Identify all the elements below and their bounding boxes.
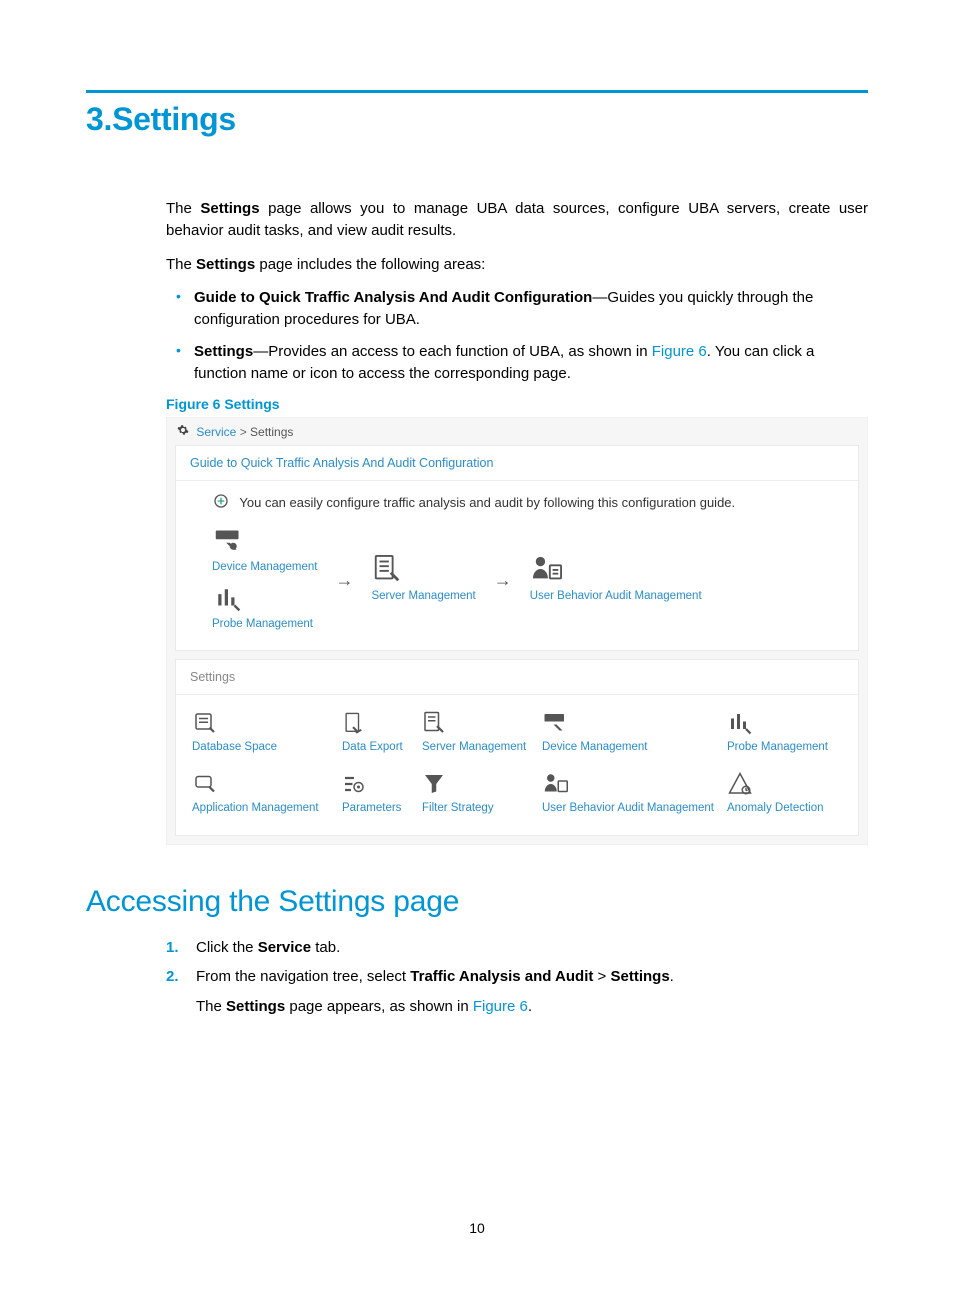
settings-device-management[interactable]: Device Management	[542, 711, 727, 756]
figure-link[interactable]: Figure 6	[473, 998, 528, 1015]
settings-anomaly-detection[interactable]: Anomaly Detection	[727, 772, 857, 817]
intro-paragraph-2: The Settings page includes the following…	[166, 254, 868, 276]
label: Device Management	[542, 739, 727, 756]
body-column: The Settings page allows you to manage U…	[166, 198, 868, 845]
text: The	[166, 200, 200, 217]
step-2: 2. From the navigation tree, select Traf…	[166, 966, 868, 1018]
steps-list: 1. Click the Service tab. 2. From the na…	[166, 937, 868, 1018]
guide-panel-header: Guide to Quick Traffic Analysis And Audi…	[176, 446, 858, 481]
steps-column: 1. Click the Service tab. 2. From the na…	[166, 937, 868, 1018]
text: page appears, as shown in	[285, 998, 473, 1015]
intro-paragraph-1: The Settings page allows you to manage U…	[166, 198, 868, 242]
label: Filter Strategy	[422, 800, 542, 817]
bullet-item-settings: Settings—Provides an access to each func…	[166, 341, 868, 385]
text: tab.	[311, 939, 340, 956]
text: page includes the following areas:	[255, 256, 485, 273]
settings-parameters[interactable]: Parameters	[342, 772, 422, 817]
text: .	[528, 998, 532, 1015]
bullet-item-guide: Guide to Quick Traffic Analysis And Audi…	[166, 287, 868, 331]
bold: Service	[258, 939, 311, 956]
bold: Settings	[194, 343, 253, 360]
text: From the navigation tree, select	[196, 968, 410, 985]
label: Anomaly Detection	[727, 800, 857, 817]
label: User Behavior Audit Management	[542, 800, 727, 817]
bold: Traffic Analysis and Audit	[410, 968, 593, 985]
bold: Settings	[196, 256, 255, 273]
guide-message: You can easily configure traffic analysi…	[212, 493, 842, 513]
breadcrumb: Service > Settings	[167, 418, 867, 445]
label: Application Management	[192, 800, 342, 817]
arrow-icon: →	[494, 567, 512, 593]
flow-uba[interactable]: User Behavior Audit Management	[530, 554, 702, 605]
settings-grid: Database Space Data Export Server Manage…	[176, 695, 858, 834]
text: The	[166, 256, 196, 273]
figure-caption: Figure 6 Settings	[166, 394, 868, 414]
section-heading: Accessing the Settings page	[86, 885, 868, 919]
flow-label: Device Management	[212, 559, 317, 576]
step-1: 1. Click the Service tab.	[166, 937, 868, 959]
flow-server[interactable]: Server Management	[371, 554, 475, 605]
flow-label: Server Management	[371, 588, 475, 605]
text: page allows you to manage UBA data sourc…	[166, 200, 868, 239]
text: You can easily configure traffic analysi…	[239, 495, 735, 510]
chapter-heading: 3.Settings	[86, 101, 868, 138]
bullet-list: Guide to Quick Traffic Analysis And Audi…	[166, 287, 868, 384]
bold: Settings	[200, 200, 259, 217]
page-number: 10	[0, 1220, 954, 1236]
text: Click the	[196, 939, 258, 956]
label: Database Space	[192, 739, 342, 756]
settings-data-export[interactable]: Data Export	[342, 711, 422, 756]
label: Data Export	[342, 739, 422, 756]
step-number: 1.	[166, 937, 179, 959]
settings-probe-management[interactable]: Probe Management	[727, 711, 857, 756]
label: Server Management	[422, 739, 542, 756]
flow-diagram: Device Management Probe Management → Ser…	[212, 527, 842, 632]
figure-link[interactable]: Figure 6	[652, 343, 707, 360]
bold: Settings	[226, 998, 285, 1015]
flow-label: User Behavior Audit Management	[530, 588, 702, 605]
bold: Guide to Quick Traffic Analysis And Audi…	[194, 289, 592, 306]
settings-application-management[interactable]: Application Management	[192, 772, 342, 817]
breadcrumb-service[interactable]: Service	[196, 425, 236, 439]
settings-uba-management[interactable]: User Behavior Audit Management	[542, 772, 727, 817]
text: >	[593, 968, 610, 985]
breadcrumb-sep: >	[236, 425, 250, 439]
breadcrumb-current: Settings	[250, 425, 293, 439]
top-rule	[86, 90, 868, 93]
settings-database-space[interactable]: Database Space	[192, 711, 342, 756]
guide-panel: Guide to Quick Traffic Analysis And Audi…	[175, 445, 859, 651]
flow-device[interactable]: Device Management	[212, 527, 317, 576]
step-number: 2.	[166, 966, 179, 988]
settings-filter-strategy[interactable]: Filter Strategy	[422, 772, 542, 817]
config-guide-icon	[212, 493, 230, 507]
label: Probe Management	[727, 739, 857, 756]
settings-panel: Settings Database Space Data Export Serv…	[175, 659, 859, 835]
settings-panel-header: Settings	[176, 660, 858, 695]
settings-server-management[interactable]: Server Management	[422, 711, 542, 756]
text: —Provides an access to each function of …	[253, 343, 652, 360]
text: The	[196, 998, 226, 1015]
label: Parameters	[342, 800, 422, 817]
gear-icon	[177, 425, 192, 439]
figure-screenshot: Service > Settings Guide to Quick Traffi…	[166, 417, 868, 845]
arrow-icon: →	[335, 567, 353, 593]
bold: Settings	[610, 968, 669, 985]
text: .	[670, 968, 674, 985]
flow-probe[interactable]: Probe Management	[212, 586, 317, 633]
flow-label: Probe Management	[212, 616, 313, 633]
